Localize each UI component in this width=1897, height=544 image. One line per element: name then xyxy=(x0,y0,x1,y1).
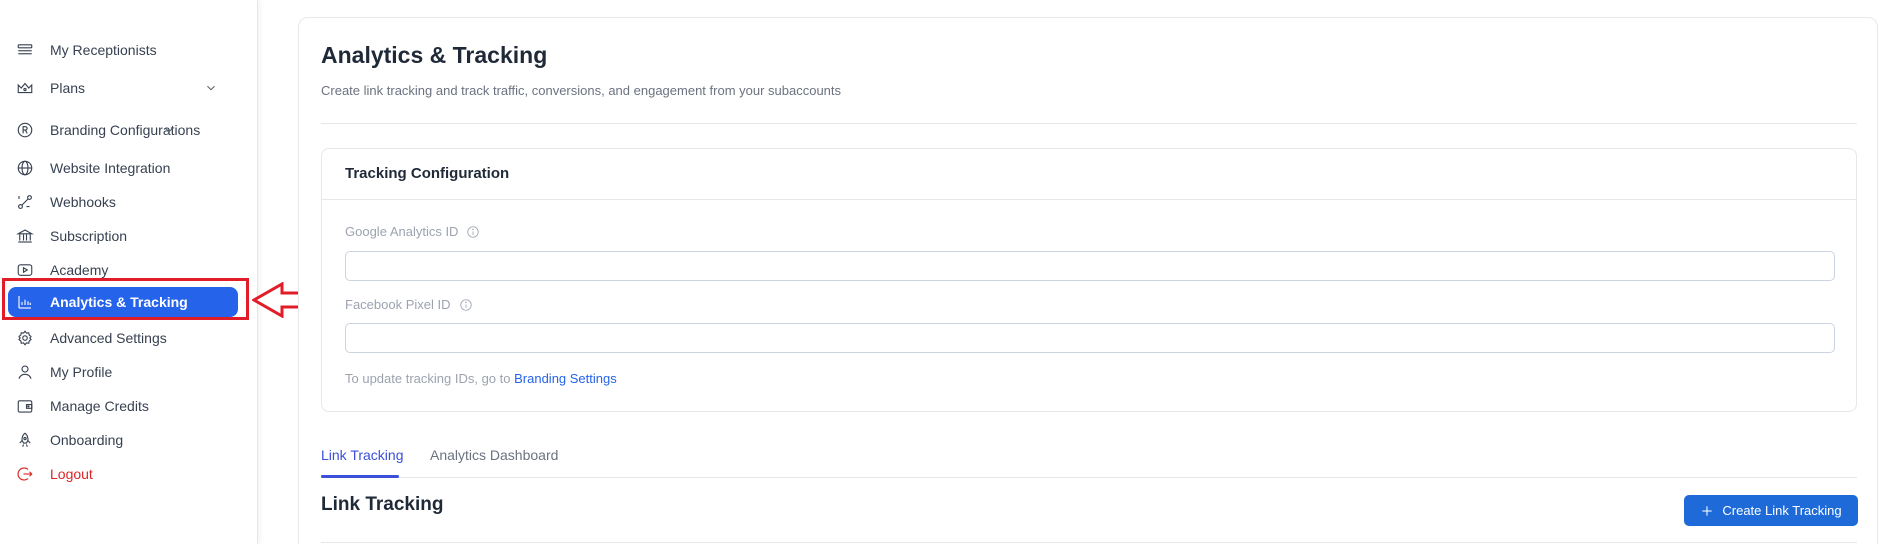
sidebar-item-label: Webhooks xyxy=(50,194,116,210)
sidebar-item-logout[interactable]: Logout xyxy=(8,459,238,489)
sidebar-item-label: Academy xyxy=(50,262,109,278)
logout-icon xyxy=(16,465,34,483)
chevron-down-icon[interactable] xyxy=(162,123,176,137)
create-link-tracking-button[interactable]: Create Link Tracking xyxy=(1684,495,1858,526)
info-icon[interactable] xyxy=(459,298,473,312)
tab-analytics-dashboard[interactable]: Analytics Dashboard xyxy=(430,447,558,463)
info-icon[interactable] xyxy=(466,225,480,239)
branding-settings-link[interactable]: Branding Settings xyxy=(514,371,617,386)
sidebar-item-label: Subscription xyxy=(50,228,128,244)
facebook-pixel-label: Facebook Pixel ID xyxy=(345,297,473,312)
divider xyxy=(322,199,1856,200)
sidebar-item-label: My Profile xyxy=(50,364,113,380)
highlight-annotation-box xyxy=(2,278,249,320)
tracking-hint: To update tracking IDs, go to Branding S… xyxy=(345,371,617,386)
sidebar-item-my-profile[interactable]: My Profile xyxy=(8,357,238,387)
sidebar-item-website-integration[interactable]: Website Integration xyxy=(8,153,238,183)
tracking-configuration-title: Tracking Configuration xyxy=(345,165,510,182)
create-link-tracking-label: Create Link Tracking xyxy=(1722,503,1842,518)
google-analytics-id-input[interactable] xyxy=(345,251,1835,281)
registered-icon xyxy=(16,121,34,139)
sidebar-item-subscription[interactable]: Subscription xyxy=(8,221,238,251)
sidebar-item-label: Branding Configurations xyxy=(50,122,201,138)
tab-link-tracking[interactable]: Link Tracking xyxy=(321,447,403,463)
sidebar-item-my-receptionists[interactable]: My Receptionists xyxy=(8,35,238,65)
receptionist-icon xyxy=(16,41,34,59)
sidebar-item-plans[interactable]: Plans xyxy=(8,73,238,103)
page-subtitle: Create link tracking and track traffic, … xyxy=(321,83,842,98)
plus-icon xyxy=(1700,504,1714,518)
sidebar-item-label: Logout xyxy=(50,466,93,482)
link-tracking-title: Link Tracking xyxy=(321,494,444,515)
gear-icon xyxy=(16,329,34,347)
sidebar-item-onboarding[interactable]: Onboarding xyxy=(8,425,238,455)
page-title: Analytics & Tracking xyxy=(321,42,548,68)
bank-icon xyxy=(16,227,34,245)
sidebar-item-label: Advanced Settings xyxy=(50,330,167,346)
wallet-icon xyxy=(16,397,34,415)
google-analytics-label: Google Analytics ID xyxy=(345,224,480,239)
sidebar-item-label: My Receptionists xyxy=(50,42,157,58)
sidebar-item-label: Onboarding xyxy=(50,432,124,448)
user-icon xyxy=(16,363,34,381)
sidebar: My Receptionists Plans Branding Configur… xyxy=(0,0,258,544)
hint-text: To update tracking IDs, go to xyxy=(345,371,515,386)
sidebar-item-label: Plans xyxy=(50,80,86,96)
webhook-icon xyxy=(16,193,34,211)
globe-icon xyxy=(16,159,34,177)
video-icon xyxy=(16,261,34,279)
chevron-down-icon[interactable] xyxy=(204,81,218,95)
sidebar-item-manage-credits[interactable]: Manage Credits xyxy=(8,391,238,421)
sidebar-item-webhooks[interactable]: Webhooks xyxy=(8,187,238,217)
sidebar-item-branding-configurations[interactable]: Branding Configurations xyxy=(8,115,238,145)
sidebar-item-label: Website Integration xyxy=(50,160,171,176)
facebook-pixel-id-input[interactable] xyxy=(345,323,1835,353)
sidebar-item-label: Manage Credits xyxy=(50,398,149,414)
active-tab-indicator xyxy=(321,475,399,478)
google-analytics-label-text: Google Analytics ID xyxy=(345,224,459,239)
crown-icon xyxy=(16,79,34,97)
rocket-icon xyxy=(16,431,34,449)
divider xyxy=(321,542,1857,543)
facebook-pixel-label-text: Facebook Pixel ID xyxy=(345,297,451,312)
sidebar-item-advanced-settings[interactable]: Advanced Settings xyxy=(8,323,238,353)
tabs-divider xyxy=(321,477,1857,478)
divider xyxy=(321,123,1857,124)
